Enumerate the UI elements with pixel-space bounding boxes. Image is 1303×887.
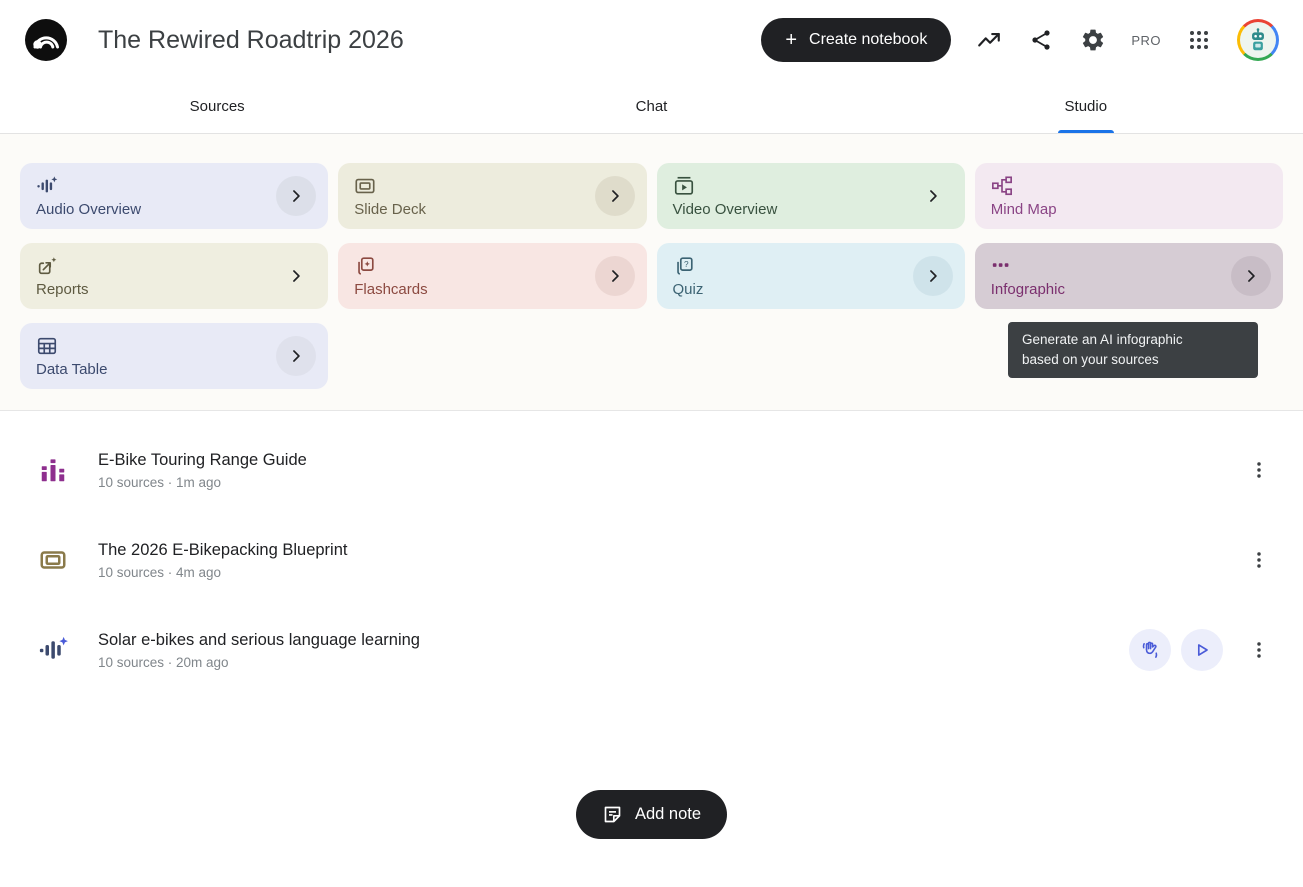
tool-card-infographic[interactable]: Infographic <box>975 243 1283 309</box>
artifact-meta: 10 sources · 1m ago <box>98 475 1239 490</box>
chevron-right-icon[interactable] <box>595 256 635 296</box>
tool-card-reports[interactable]: Reports <box>20 243 328 309</box>
table-grid-icon <box>36 335 58 357</box>
tab-studio-label: Studio <box>1065 98 1108 115</box>
chevron-right-icon[interactable] <box>276 256 316 296</box>
tooltip-line-1: Generate an AI infographic <box>1022 330 1244 350</box>
artifact-text: The 2026 E-Bikepacking Blueprint 10 sour… <box>98 541 1239 580</box>
chevron-right-icon[interactable] <box>276 336 316 376</box>
bar-chart-icon <box>38 455 68 485</box>
studio-artifact-list: E-Bike Touring Range Guide 10 sources · … <box>0 411 1303 695</box>
tool-label: Video Overview <box>673 201 778 218</box>
tool-card-data-table[interactable]: Data Table <box>20 323 328 389</box>
add-note-label: Add note <box>635 805 701 824</box>
audio-waveform-sparkle-icon <box>36 175 58 197</box>
tool-card-slide-deck[interactable]: Slide Deck <box>338 163 646 229</box>
tool-card-audio-overview[interactable]: Audio Overview <box>20 163 328 229</box>
artifact-row-infographic[interactable]: E-Bike Touring Range Guide 10 sources · … <box>24 425 1279 515</box>
artifact-meta: 10 sources · 20m ago <box>98 655 1129 670</box>
add-note-button[interactable]: Add note <box>576 790 727 839</box>
tool-label: Quiz <box>673 281 704 298</box>
tab-sources[interactable]: Sources <box>0 80 434 133</box>
tool-card-quiz[interactable]: ? Quiz <box>657 243 965 309</box>
chevron-right-icon[interactable] <box>913 176 953 216</box>
note-icon <box>602 804 623 825</box>
chevron-right-icon[interactable] <box>276 176 316 216</box>
artifact-title: The 2026 E-Bikepacking Blueprint <box>98 541 1239 560</box>
tab-sources-label: Sources <box>190 98 245 115</box>
create-notebook-button[interactable]: + Create notebook <box>761 18 951 62</box>
chart-arrow-sparkle-icon <box>36 255 58 277</box>
cards-question-icon: ? <box>673 255 695 277</box>
artifact-title: Solar e-bikes and serious language learn… <box>98 631 1129 650</box>
slide-frame-icon <box>354 175 376 197</box>
tooltip-line-2: based on your sources <box>1022 350 1244 370</box>
account-avatar[interactable] <box>1237 19 1279 61</box>
svg-text:?: ? <box>683 260 688 269</box>
video-slideshow-icon <box>673 175 695 197</box>
pro-badge: PRO <box>1131 33 1161 48</box>
chevron-right-icon[interactable] <box>595 176 635 216</box>
share-icon[interactable] <box>1027 26 1055 54</box>
google-apps-grid-icon[interactable] <box>1185 26 1213 54</box>
notebooklm-logo-icon[interactable] <box>24 18 68 62</box>
more-options-kebab-icon[interactable] <box>1239 630 1279 670</box>
play-icon[interactable] <box>1181 629 1223 671</box>
studio-footer: Add note <box>0 790 1303 839</box>
app-header: The Rewired Roadtrip 2026 + Create noteb… <box>0 0 1303 80</box>
node-graph-icon <box>991 175 1013 197</box>
tool-card-flashcards[interactable]: Flashcards <box>338 243 646 309</box>
artifact-meta: 10 sources · 4m ago <box>98 565 1239 580</box>
cards-star-icon <box>354 255 376 277</box>
artifact-title: E-Bike Touring Range Guide <box>98 451 1239 470</box>
ellipsis-loading-icon <box>991 255 1013 277</box>
robot-avatar-image <box>1240 22 1276 58</box>
slide-deck-icon <box>38 545 68 575</box>
tab-chat-label: Chat <box>636 98 668 115</box>
tool-label: Reports <box>36 281 89 298</box>
artifact-text: E-Bike Touring Range Guide 10 sources · … <box>98 451 1239 490</box>
tool-card-mind-map[interactable]: Mind Map <box>975 163 1283 229</box>
tool-label: Audio Overview <box>36 201 141 218</box>
panel-tabs: Sources Chat Studio <box>0 80 1303 134</box>
tab-studio[interactable]: Studio <box>869 80 1303 133</box>
tool-label: Flashcards <box>354 281 427 298</box>
tool-label: Infographic <box>991 281 1065 298</box>
tab-active-underline <box>1058 130 1114 133</box>
tab-chat[interactable]: Chat <box>434 80 868 133</box>
chevron-right-icon[interactable] <box>913 256 953 296</box>
infographic-tooltip: Generate an AI infographic based on your… <box>1008 322 1258 378</box>
tool-label: Slide Deck <box>354 201 426 218</box>
notebook-title[interactable]: The Rewired Roadtrip 2026 <box>98 26 761 55</box>
tool-label: Mind Map <box>991 201 1057 218</box>
more-options-kebab-icon[interactable] <box>1239 450 1279 490</box>
analytics-trending-icon[interactable] <box>975 26 1003 54</box>
chevron-right-icon[interactable] <box>1231 256 1271 296</box>
audio-waveform-sparkle-icon <box>38 635 68 665</box>
artifact-text: Solar e-bikes and serious language learn… <box>98 631 1129 670</box>
audio-actions <box>1129 629 1223 671</box>
more-options-kebab-icon[interactable] <box>1239 540 1279 580</box>
plus-icon: + <box>785 29 797 52</box>
artifact-row-audio-overview[interactable]: Solar e-bikes and serious language learn… <box>24 605 1279 695</box>
header-actions: + Create notebook PRO <box>761 18 1279 62</box>
artifact-row-slide-deck[interactable]: The 2026 E-Bikepacking Blueprint 10 sour… <box>24 515 1279 605</box>
settings-gear-icon[interactable] <box>1079 26 1107 54</box>
tool-card-video-overview[interactable]: Video Overview <box>657 163 965 229</box>
interactive-mode-hand-icon[interactable] <box>1129 629 1171 671</box>
tool-label: Data Table <box>36 361 107 378</box>
create-notebook-label: Create notebook <box>809 31 927 49</box>
